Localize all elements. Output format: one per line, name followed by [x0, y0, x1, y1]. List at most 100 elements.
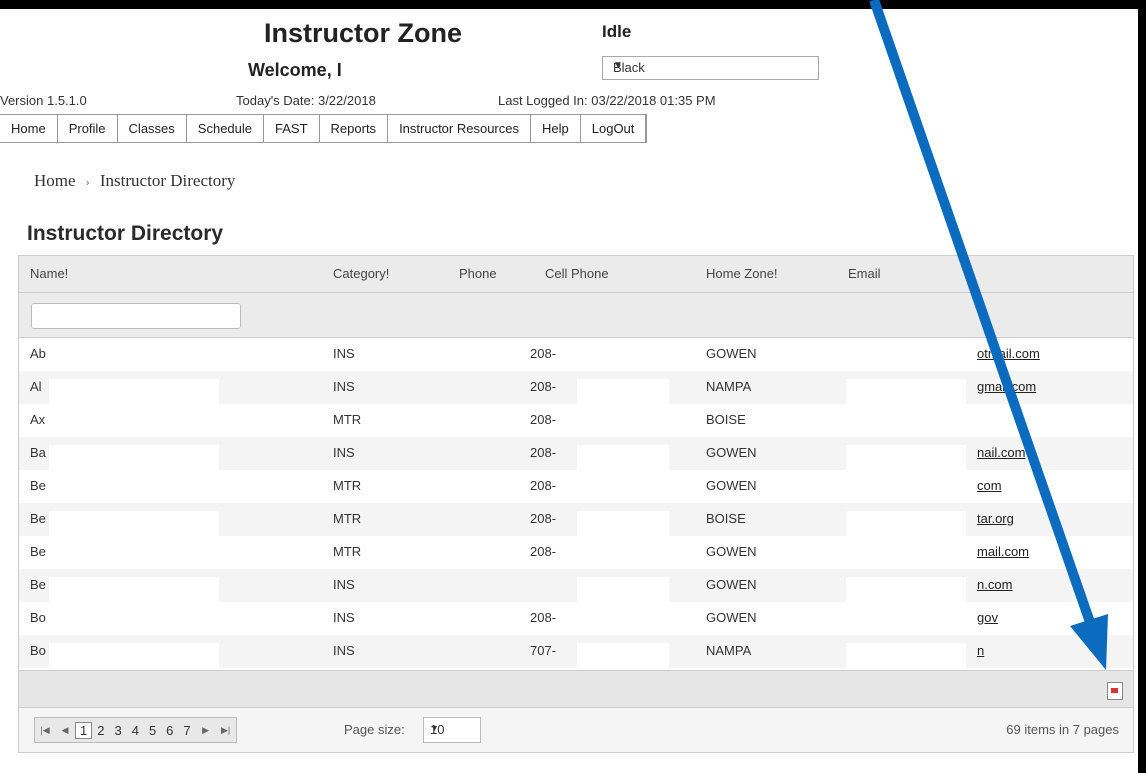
version-text: Version 1.5.1.0	[0, 93, 87, 108]
page-5[interactable]: 5	[144, 723, 161, 738]
cell-zone: BOISE	[706, 511, 746, 526]
table-row[interactable]: Be MTR 208- GOWEN com	[19, 470, 1133, 511]
cell-category: MTR	[333, 412, 362, 427]
breadcrumb-home[interactable]: Home	[34, 171, 76, 190]
first-page-icon[interactable]: |◀	[35, 725, 55, 736]
table-row[interactable]: Be INS GOWEN n.com	[19, 569, 1133, 610]
theme-select[interactable]: Black ▼	[602, 56, 819, 80]
table-row[interactable]: Be MTR 208- BOISE tar.org	[19, 503, 1133, 544]
cell-name: Bo	[30, 643, 46, 658]
breadcrumb: Home › Instructor Directory	[34, 171, 235, 191]
table-row[interactable]: Bo INS 208- GOWEN gov	[19, 602, 1133, 643]
table-row[interactable]: Bo INS 707- NAMPA n	[19, 635, 1133, 676]
cell-zone: GOWEN	[706, 577, 757, 592]
page-title: Instructor Directory	[27, 222, 224, 245]
cell-category: INS	[333, 643, 355, 658]
nav-fast[interactable]: FAST	[264, 115, 320, 142]
cell-category: INS	[333, 445, 355, 460]
cell-name: Al	[30, 379, 42, 394]
last-page-icon[interactable]: ▶|	[216, 725, 236, 736]
nav-classes[interactable]: Classes	[118, 115, 187, 142]
status-text: Idle	[602, 22, 632, 41]
nav-instructor-resources[interactable]: Instructor Resources	[388, 115, 531, 142]
pager: |◀ ◀ 1 2 3 4 5 6 7 ▶ ▶| Page size: 10 ▼ …	[19, 708, 1133, 752]
nav-schedule[interactable]: Schedule	[187, 115, 265, 142]
nav-profile[interactable]: Profile	[58, 115, 118, 142]
app-title: Instructor Zone	[264, 18, 463, 48]
cell-email[interactable]: nail.com	[977, 445, 1025, 460]
page-6[interactable]: 6	[161, 723, 178, 738]
cell-category: INS	[333, 346, 355, 361]
cell-cell: 208-	[530, 379, 557, 394]
cell-zone: GOWEN	[706, 610, 757, 625]
cell-zone: GOWEN	[706, 445, 757, 460]
cell-category: MTR	[333, 478, 362, 493]
prev-page-icon[interactable]: ◀	[55, 725, 75, 736]
todays-date: Today's Date: 3/22/2018	[236, 93, 376, 108]
cell-email[interactable]: gov	[977, 610, 998, 625]
page-size-select[interactable]: 10 ▼	[423, 717, 481, 743]
cell-name: Ba	[30, 445, 46, 460]
cell-zone: NAMPA	[706, 643, 752, 658]
page-7[interactable]: 7	[178, 723, 195, 738]
cell-email[interactable]: mail.com	[977, 544, 1029, 559]
col-name[interactable]: Name!	[30, 266, 68, 281]
instructor-grid: Name! Category! Phone Cell Phone Home Zo…	[18, 255, 1134, 753]
chevron-down-icon: ▼	[613, 60, 623, 71]
page-4[interactable]: 4	[127, 723, 144, 738]
page-frame: Instructor Zone Welcome, I Idle Black ▼ …	[0, 9, 1138, 773]
page-1[interactable]: 1	[75, 721, 93, 739]
cell-email[interactable]: otmail.com	[977, 346, 1040, 361]
col-home-zone[interactable]: Home Zone!	[706, 266, 778, 281]
cell-zone: GOWEN	[706, 544, 757, 559]
pager-summary: 69 items in 7 pages	[1006, 722, 1119, 737]
cell-name: Ab	[30, 346, 46, 361]
col-cell-phone[interactable]: Cell Phone	[545, 266, 609, 281]
page-3[interactable]: 3	[109, 723, 126, 738]
cell-cell: 208-	[530, 412, 557, 427]
table-row[interactable]: Be MTR 208- GOWEN mail.com	[19, 536, 1133, 577]
cell-cell: 208-	[530, 346, 557, 361]
table-row[interactable]: Al INS 208- NAMPA gmail.com	[19, 371, 1133, 412]
cell-email[interactable]: gmail.com	[977, 379, 1036, 394]
cell-zone: GOWEN	[706, 346, 757, 361]
cell-category: MTR	[333, 511, 362, 526]
cell-email[interactable]: n.com	[977, 577, 1012, 592]
nav-logout[interactable]: LogOut	[581, 115, 647, 142]
table-row[interactable]: Ba INS 208- GOWEN nail.com	[19, 437, 1133, 478]
table-row[interactable]: Ab INS 208- GOWEN otmail.com	[19, 338, 1133, 379]
cell-email[interactable]: n	[977, 643, 984, 658]
cell-name: Be	[30, 511, 46, 526]
cell-category: INS	[333, 610, 355, 625]
cell-cell: 208-	[530, 511, 557, 526]
cell-cell: 208-	[530, 445, 557, 460]
cell-category: INS	[333, 577, 355, 592]
pager-buttons: |◀ ◀ 1 2 3 4 5 6 7 ▶ ▶|	[34, 717, 237, 743]
page-size-label: Page size:	[344, 722, 405, 737]
cell-email[interactable]: tar.org	[977, 511, 1014, 526]
nav-home[interactable]: Home	[0, 115, 58, 142]
grid-toolbar	[19, 670, 1133, 708]
cell-cell: 208-	[530, 544, 557, 559]
table-row[interactable]: Ax MTR 208- BOISE	[19, 404, 1133, 445]
nav-help[interactable]: Help	[531, 115, 581, 142]
grid-header: Name! Category! Phone Cell Phone Home Zo…	[19, 256, 1133, 293]
cell-name: Be	[30, 544, 46, 559]
welcome-text: Welcome, I	[248, 60, 342, 80]
name-filter-input[interactable]	[31, 303, 241, 329]
cell-zone: BOISE	[706, 412, 746, 427]
cell-email[interactable]: com	[977, 478, 1002, 493]
cell-category: MTR	[333, 544, 362, 559]
cell-name: Ax	[30, 412, 46, 427]
page-2[interactable]: 2	[92, 723, 109, 738]
cell-name: Be	[30, 478, 46, 493]
col-category[interactable]: Category!	[333, 266, 389, 281]
next-page-icon[interactable]: ▶	[196, 725, 216, 736]
nav-reports[interactable]: Reports	[320, 115, 389, 142]
pdf-export-icon[interactable]	[1107, 682, 1123, 700]
cell-name: Bo	[30, 610, 46, 625]
cell-name: Be	[30, 577, 46, 592]
breadcrumb-current: Instructor Directory	[99, 171, 236, 190]
col-email[interactable]: Email	[848, 266, 881, 281]
col-phone[interactable]: Phone	[459, 266, 497, 281]
